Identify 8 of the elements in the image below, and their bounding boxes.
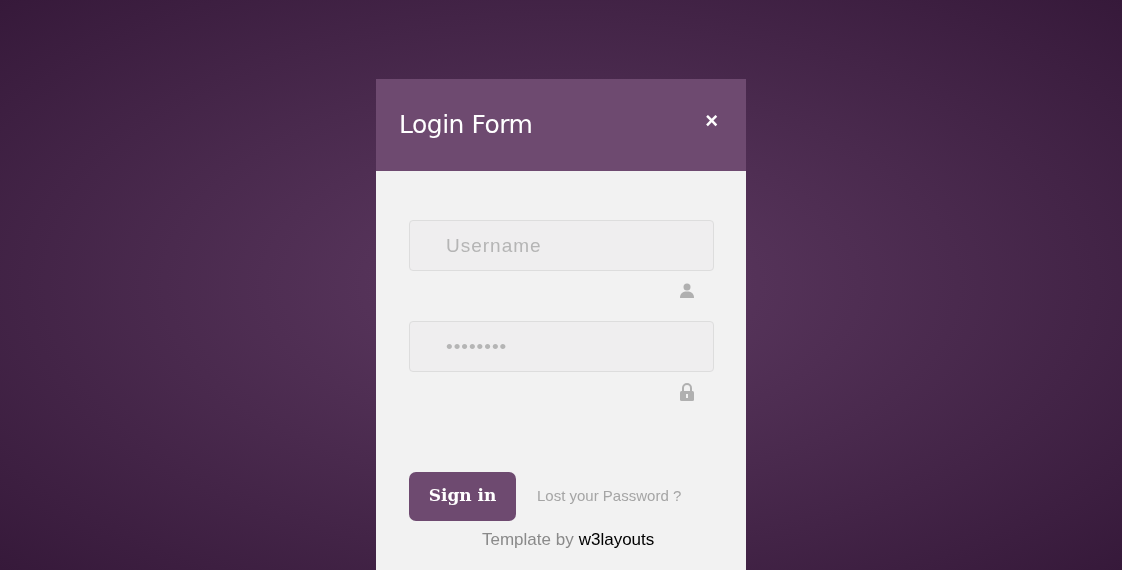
lock-icon [679, 383, 695, 401]
credit-link[interactable]: w3layouts [578, 527, 655, 553]
credit-text: Template by [482, 529, 574, 551]
username-field[interactable]: Username [409, 220, 714, 271]
dialog-title: Login Form [399, 109, 533, 142]
close-button[interactable]: × [705, 110, 718, 132]
sign-in-button[interactable]: Sign in [409, 472, 516, 521]
user-icon [679, 282, 695, 298]
